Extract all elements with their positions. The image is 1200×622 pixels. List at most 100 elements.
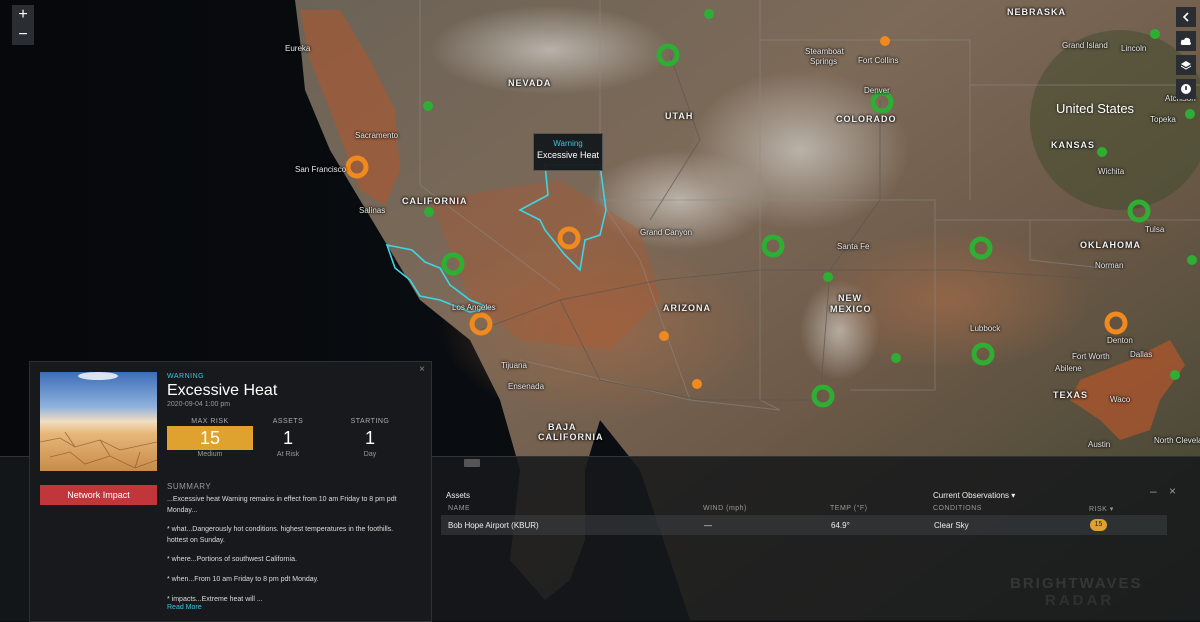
city-label: Salinas [359, 206, 386, 215]
city-label: Santa Fe [837, 242, 870, 251]
current-observations-dropdown[interactable]: Current Observations ▾ [933, 491, 1015, 500]
city-label: Tijuana [501, 361, 527, 370]
asset-dot[interactable] [1097, 147, 1107, 157]
state-label: COLORADO [836, 114, 897, 124]
asset-dot[interactable] [1170, 370, 1180, 380]
city-label: Abilene [1055, 364, 1082, 373]
city-label: Fort Worth [1072, 352, 1110, 361]
column-header-risk[interactable]: RISK ▾ [1089, 505, 1114, 513]
summary-paragraph: * what...Dangerously hot conditions. hig… [167, 526, 394, 544]
table-row[interactable] [441, 515, 1167, 535]
city-label: Austin [1088, 440, 1111, 449]
city-label: Wichita [1098, 167, 1125, 176]
asset-dot[interactable] [891, 353, 901, 363]
state-label: BAJA [548, 422, 577, 432]
layers-button[interactable] [1176, 55, 1196, 75]
asset-dot[interactable] [423, 101, 433, 111]
tooltip-severity: Warning [553, 139, 583, 148]
asset-temp: 64.9° [831, 521, 850, 530]
starting-value: 1 [364, 428, 375, 448]
assets-sub: At Risk [276, 451, 300, 458]
country-label: United States [1056, 101, 1135, 116]
city-label: Sacramento [355, 131, 399, 140]
city-label: Ensenada [508, 382, 545, 391]
weather-layer-button[interactable] [1176, 31, 1196, 51]
state-label: KANSAS [1051, 140, 1096, 150]
cloud-icon [1180, 37, 1191, 45]
city-label: Fort Collins [858, 56, 899, 65]
city-label: Norman [1095, 261, 1124, 270]
alert-close-button[interactable]: × [419, 364, 425, 375]
state-label: MEXICO [830, 304, 872, 314]
city-label: Steamboat [805, 47, 844, 56]
column-header-temp[interactable]: TEMP (°F) [830, 505, 868, 512]
starting-heading: STARTING [350, 418, 390, 425]
column-header-conditions[interactable]: CONDITIONS [933, 505, 982, 512]
max-risk-heading: MAX RISK [191, 418, 229, 425]
minimize-button[interactable]: – [1150, 484, 1157, 498]
city-label: Lubbock [970, 324, 1001, 333]
city-label: Denver [864, 86, 890, 95]
assets-title: Assets [446, 491, 471, 500]
tooltip-event: Excessive Heat [536, 150, 600, 160]
asset-dot-warning[interactable] [880, 36, 890, 46]
alert-bubble-icon [1181, 84, 1191, 94]
summary-paragraph: * where...Portions of southwest Californ… [167, 556, 297, 563]
max-risk-value: 15 [199, 428, 221, 448]
asset-dot[interactable] [1150, 29, 1160, 39]
city-label: Los Angeles [452, 303, 496, 312]
city-label: Waco [1110, 395, 1131, 404]
assets-heading: ASSETS [272, 418, 304, 425]
collapse-panel-button[interactable] [1176, 7, 1196, 27]
state-label: CALIFORNIA [538, 432, 604, 442]
state-label: CALIFORNIA [402, 196, 468, 206]
drawer-resize-handle[interactable] [464, 459, 480, 467]
city-label: Dallas [1130, 350, 1153, 359]
asset-name: Bob Hope Airport (KBUR) [448, 521, 539, 530]
state-label: NEVADA [508, 78, 552, 88]
map-tooltip: Warning Excessive Heat [533, 133, 603, 171]
assets-value: 1 [282, 428, 293, 448]
layers-icon [1180, 61, 1192, 70]
asset-dot[interactable] [424, 207, 434, 217]
asset-conditions: Clear Sky [934, 521, 969, 530]
column-header-wind[interactable]: WIND (mph) [703, 505, 747, 512]
drawer-close-button[interactable]: × [1169, 484, 1176, 498]
alert-panel: × WARNING Excessive Heat 2020-09-04 1:00… [29, 361, 432, 622]
alert-severity: WARNING [167, 373, 205, 380]
asset-dot-warning[interactable] [692, 379, 702, 389]
state-label: ARIZONA [663, 303, 711, 313]
alert-thumbnail [40, 372, 157, 471]
city-label: Grand Island [1062, 41, 1108, 50]
city-label: Grand Canyon [640, 228, 693, 237]
asset-dot[interactable] [1185, 109, 1195, 119]
city-label: San Francisco [295, 165, 347, 174]
column-header-name[interactable]: NAME [448, 505, 470, 512]
alerts-button[interactable] [1176, 79, 1196, 99]
chevron-left-icon [1182, 12, 1189, 22]
starting-sub: Day [363, 451, 377, 458]
network-impact-button[interactable]: Network Impact [40, 485, 157, 505]
city-label: Eureka [285, 44, 311, 53]
alert-title: Excessive Heat [167, 382, 278, 399]
city-label: Topeka [1150, 115, 1176, 124]
summary-paragraph: ...Excessive heat Warning remains in eff… [167, 496, 397, 514]
asset-dot-warning[interactable] [659, 331, 669, 341]
asset-dot[interactable] [1187, 255, 1197, 265]
city-label: Lincoln [1121, 44, 1147, 53]
watermark: BRIGHTWAVES [1010, 575, 1143, 592]
watermark: RADAR [1045, 592, 1115, 609]
asset-dot[interactable] [704, 9, 714, 19]
read-more-link[interactable]: Read More [167, 604, 202, 611]
city-label: Springs [810, 57, 838, 66]
asset-dot[interactable] [823, 272, 833, 282]
asset-wind: — [704, 521, 712, 530]
state-label: UTAH [665, 111, 694, 121]
zoom-out-button[interactable]: − [12, 25, 34, 45]
asset-risk-badge: 15 [1090, 519, 1107, 531]
state-label: NEW [838, 293, 862, 303]
alert-date: 2020-09-04 1:00 pm [167, 401, 231, 408]
state-label: TEXAS [1053, 390, 1089, 400]
summary-heading: SUMMARY [167, 482, 212, 491]
zoom-in-button[interactable]: + [12, 5, 34, 25]
